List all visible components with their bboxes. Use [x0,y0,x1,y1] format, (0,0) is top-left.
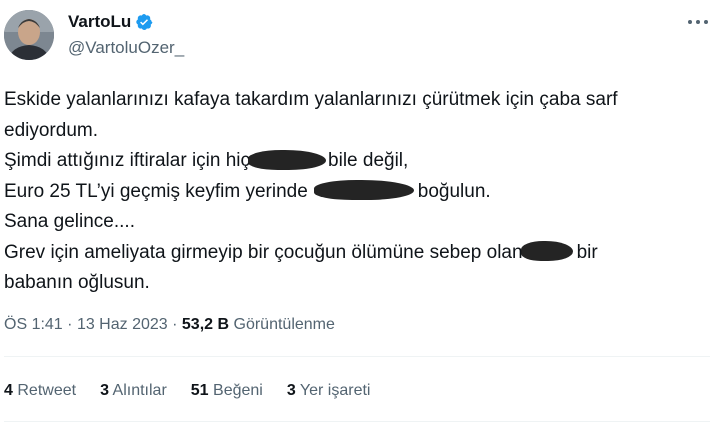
likes-stat[interactable]: 51 Beğeni [191,382,263,400]
divider [4,421,710,422]
avatar[interactable] [4,10,54,60]
likes-count: 51 [190,382,209,399]
quotes-stat[interactable]: 3 Alıntılar [100,382,167,400]
redaction-mark [520,240,573,261]
bookmarks-label: Yer işareti [299,382,371,399]
tweet-line: ediyordum. [4,119,98,141]
likes-label: Beğeni [213,382,263,399]
tweet-line-end: bile değil, [328,150,409,171]
verified-badge-icon [136,13,153,31]
tweet-line: Şimdi attığınız iftiralar için hiç bile d… [4,146,710,177]
retweets-label: Retweet [17,382,77,399]
meta-separator: · [172,316,178,333]
tweet-time[interactable]: ÖS 1:41 [4,316,63,333]
tweet-line-end: boğulun. [417,180,491,202]
more-horizontal-icon[interactable] [686,12,710,32]
views-label: Görüntülenme [233,316,335,333]
avatar-image [4,10,54,60]
tweet-line: Sana gelince.... [4,211,135,232]
retweets-count: 4 [4,382,13,399]
tweet-line: Euro 25 TL’yi geçmiş keyfim yerinde boğul… [4,177,710,208]
tweet-line: babanın oğlusun. [4,272,150,293]
quotes-count: 3 [100,382,109,399]
tweet-line: Grev için ameliyata girmeyip bir çocuğun… [4,238,710,269]
tweet-text: Eskide yalanlarınızı kafaya takardım yal… [4,85,710,299]
user-name-row[interactable]: VartoLu [68,12,153,32]
tweet-line-start: Şimdi attığınız iftiralar için hiç [4,150,251,171]
tweet-meta: ÖS 1:41 · 13 Haz 2023 · 53,2 B Görüntüle… [4,316,335,334]
user-handle[interactable]: @VartoluOzer_ [68,38,184,58]
tweet-line-start: Euro 25 TL’yi geçmiş keyfim yerinde [4,180,308,202]
redaction-mark [248,150,327,170]
tweet-stats: 4 Retweet 3 Alıntılar 51 Beğeni 3 Yer iş… [4,382,394,400]
bookmarks-count: 3 [286,382,296,399]
bookmarks-stat[interactable]: 3 Yer işareti [287,382,371,400]
tweet-line-end: bir [576,241,598,263]
tweet-line: Eskide yalanlarınızı kafaya takardım yal… [4,89,618,110]
meta-separator: · [67,316,73,333]
quotes-label: Alıntılar [112,382,167,399]
tweet-date[interactable]: 13 Haz 2023 [77,316,168,333]
tweet-line-start: Grev için ameliyata girmeyip bir çocuğun… [4,241,523,263]
display-name[interactable]: VartoLu [68,12,131,32]
views-count: 53,2 B [181,316,230,333]
redaction-mark [313,179,414,200]
retweets-stat[interactable]: 4 Retweet [4,382,76,400]
divider [4,356,710,357]
